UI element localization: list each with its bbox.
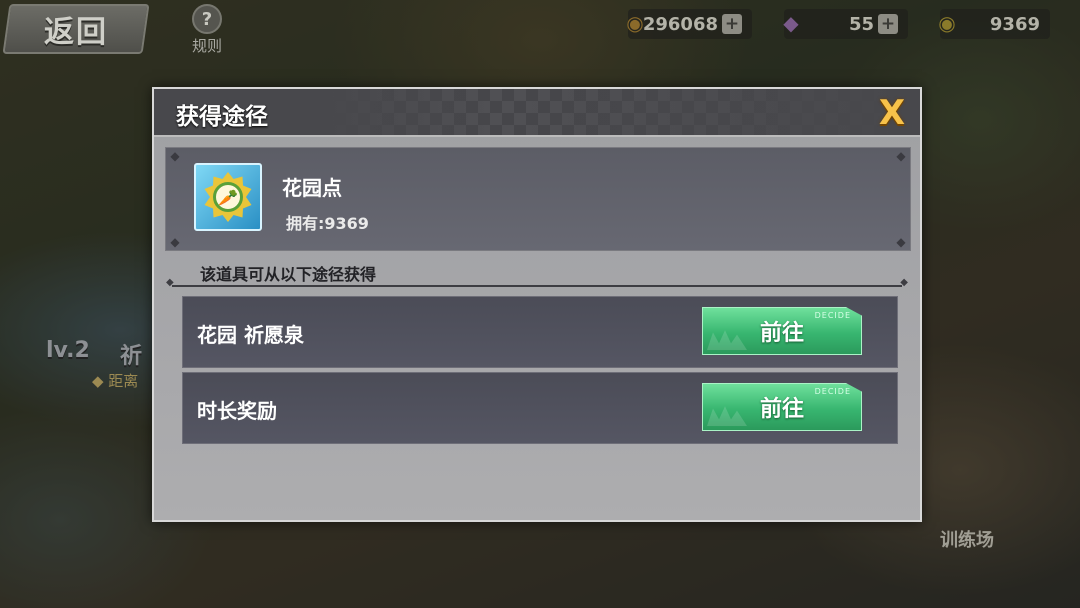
acquire-route-dialog: 获得途径 X ◆ ◆ ◆ ◆ 🥕 花园点 拥有:9369 该道具可从以下途径获得…: [152, 87, 922, 522]
dialog-title: 获得途径: [176, 104, 268, 130]
item-name: 花园点: [282, 176, 342, 200]
resource-coin: ◉ 296068 +: [626, 9, 752, 39]
corner-ornament-icon: ◆: [170, 149, 180, 163]
go-button[interactable]: DECIDE 前往: [702, 307, 862, 355]
route-row: 花园 祈愿泉 DECIDE 前往: [182, 296, 898, 368]
route-label: 花园 祈愿泉: [197, 323, 304, 347]
map-level-label: lv.2: [46, 338, 90, 363]
back-button-label: 返回: [44, 15, 108, 50]
question-icon: ?: [192, 4, 222, 34]
go-button[interactable]: DECIDE 前往: [702, 383, 862, 431]
decide-tag: DECIDE: [814, 311, 851, 320]
map-location-name: 祈: [120, 344, 143, 369]
coin-icon: ◉: [626, 11, 644, 35]
back-button[interactable]: 返回: [2, 4, 150, 54]
resource-coin-value: 296068: [642, 13, 718, 35]
rules-button[interactable]: ? 规则: [180, 4, 234, 56]
dialog-header: 获得途径 X: [154, 89, 920, 137]
resource-gold: ◉ 9369: [938, 9, 1050, 39]
map-training-label: 训练场: [940, 530, 994, 551]
resource-gem: ◆ 55 +: [783, 9, 908, 39]
section-divider: [166, 277, 908, 288]
route-label: 时长奖励: [197, 399, 277, 423]
go-button-label: 前往: [759, 397, 804, 422]
corner-ornament-icon: ◆: [896, 149, 906, 163]
item-owned-count: 拥有:9369: [286, 214, 369, 233]
route-row: 时长奖励 DECIDE 前往: [182, 372, 898, 444]
add-gem-button[interactable]: +: [878, 14, 898, 34]
map-distance-text: ◆ 距离: [92, 372, 139, 390]
gem-icon: ◆: [783, 11, 799, 35]
gold-icon: ◉: [938, 11, 956, 35]
resource-gold-value: 9369: [989, 13, 1040, 35]
decide-tag: DECIDE: [814, 387, 851, 396]
carrot-icon: 🥕: [213, 182, 243, 212]
corner-ornament-icon: ◆: [896, 235, 906, 249]
corner-ornament-icon: ◆: [170, 235, 180, 249]
source-heading: 该道具可从以下途径获得: [200, 265, 377, 284]
grass-decoration-icon: [707, 330, 747, 350]
close-icon[interactable]: X: [872, 93, 912, 133]
add-coin-button[interactable]: +: [722, 14, 742, 34]
resource-gem-value: 55: [848, 13, 874, 35]
grass-decoration-icon: [707, 406, 747, 426]
carrot-badge-icon: 🥕: [194, 163, 262, 231]
rules-label: 规则: [191, 37, 222, 55]
item-card: ◆ ◆ ◆ ◆ 🥕 花园点 拥有:9369: [165, 147, 911, 251]
go-button-label: 前往: [759, 321, 804, 346]
